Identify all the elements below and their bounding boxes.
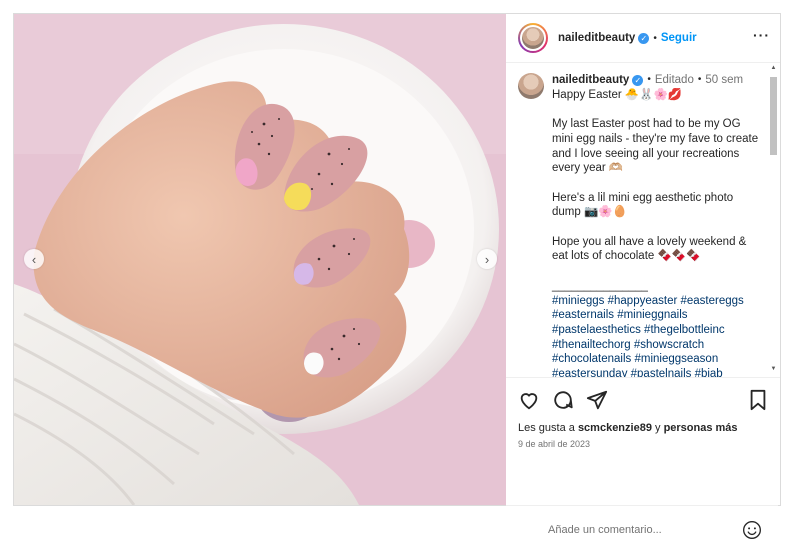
scroll-up-icon[interactable]: ▲: [770, 65, 777, 72]
likes-prefix: Les gusta a: [518, 422, 575, 434]
bookmark-icon[interactable]: [748, 389, 768, 411]
caption-username[interactable]: naileditbeauty: [552, 73, 629, 88]
actions-section: Les gusta a scmckenzie89 y personas más …: [506, 377, 780, 505]
share-icon[interactable]: [586, 389, 608, 411]
hashtags[interactable]: #minieggs #happyeaster #eastereggs #east…: [552, 294, 764, 377]
caption-avatar[interactable]: [518, 73, 544, 99]
chevron-right-icon: ›: [484, 251, 490, 267]
caption-area[interactable]: naileditbeauty ✓ • Editado • 50 sem Happ…: [506, 63, 780, 377]
previous-image-button[interactable]: ‹: [24, 249, 44, 269]
comment-box: [506, 505, 778, 554]
scroll-down-icon[interactable]: ▼: [770, 366, 777, 373]
separator-dot: •: [697, 74, 702, 85]
caption-text: Happy Easter 🐣🐰🌸💋 My last Easter post ha…: [552, 88, 759, 292]
separator-dot: •: [653, 32, 657, 44]
post-date[interactable]: 9 de abril de 2023: [518, 439, 768, 449]
post-time: 50 sem: [705, 74, 744, 86]
author-username[interactable]: naileditbeauty: [558, 32, 635, 44]
edited-label: Editado: [654, 74, 694, 86]
next-image-button[interactable]: ›: [477, 249, 497, 269]
author-avatar[interactable]: [518, 23, 548, 53]
verified-icon: ✓: [632, 74, 644, 86]
comment-input[interactable]: [548, 524, 742, 536]
post-dialog: ‹ › naileditbeauty ✓ • Seguir ··· nailed…: [13, 13, 781, 539]
comment-icon[interactable]: [552, 389, 574, 411]
post-image: ‹ ›: [14, 14, 506, 505]
separator-dot: •: [647, 74, 651, 85]
action-bar: [518, 388, 768, 412]
liked-by-user[interactable]: scmckenzie89: [578, 422, 652, 434]
nails-photo: [14, 14, 506, 505]
verified-icon: ✓: [638, 32, 650, 44]
follow-button[interactable]: Seguir: [661, 32, 697, 44]
post-sidebar: naileditbeauty ✓ • Seguir ··· naileditbe…: [506, 14, 780, 539]
more-icon[interactable]: ···: [753, 27, 770, 49]
caption: naileditbeauty ✓ • Editado • 50 sem Happ…: [518, 73, 764, 377]
heart-icon[interactable]: [518, 389, 540, 411]
scroll-thumb[interactable]: [770, 77, 777, 155]
scrollbar[interactable]: ▲ ▼: [768, 65, 778, 373]
chevron-left-icon: ‹: [31, 251, 37, 267]
likes-middle: y: [655, 422, 661, 434]
post-header: naileditbeauty ✓ • Seguir ···: [506, 14, 780, 63]
likes-summary: Les gusta a scmckenzie89 y personas más: [518, 422, 768, 434]
likes-others[interactable]: personas más: [664, 422, 738, 434]
hashtag-list[interactable]: #minieggs #happyeaster #eastereggs #east…: [552, 295, 744, 377]
emoji-icon[interactable]: [742, 520, 762, 540]
